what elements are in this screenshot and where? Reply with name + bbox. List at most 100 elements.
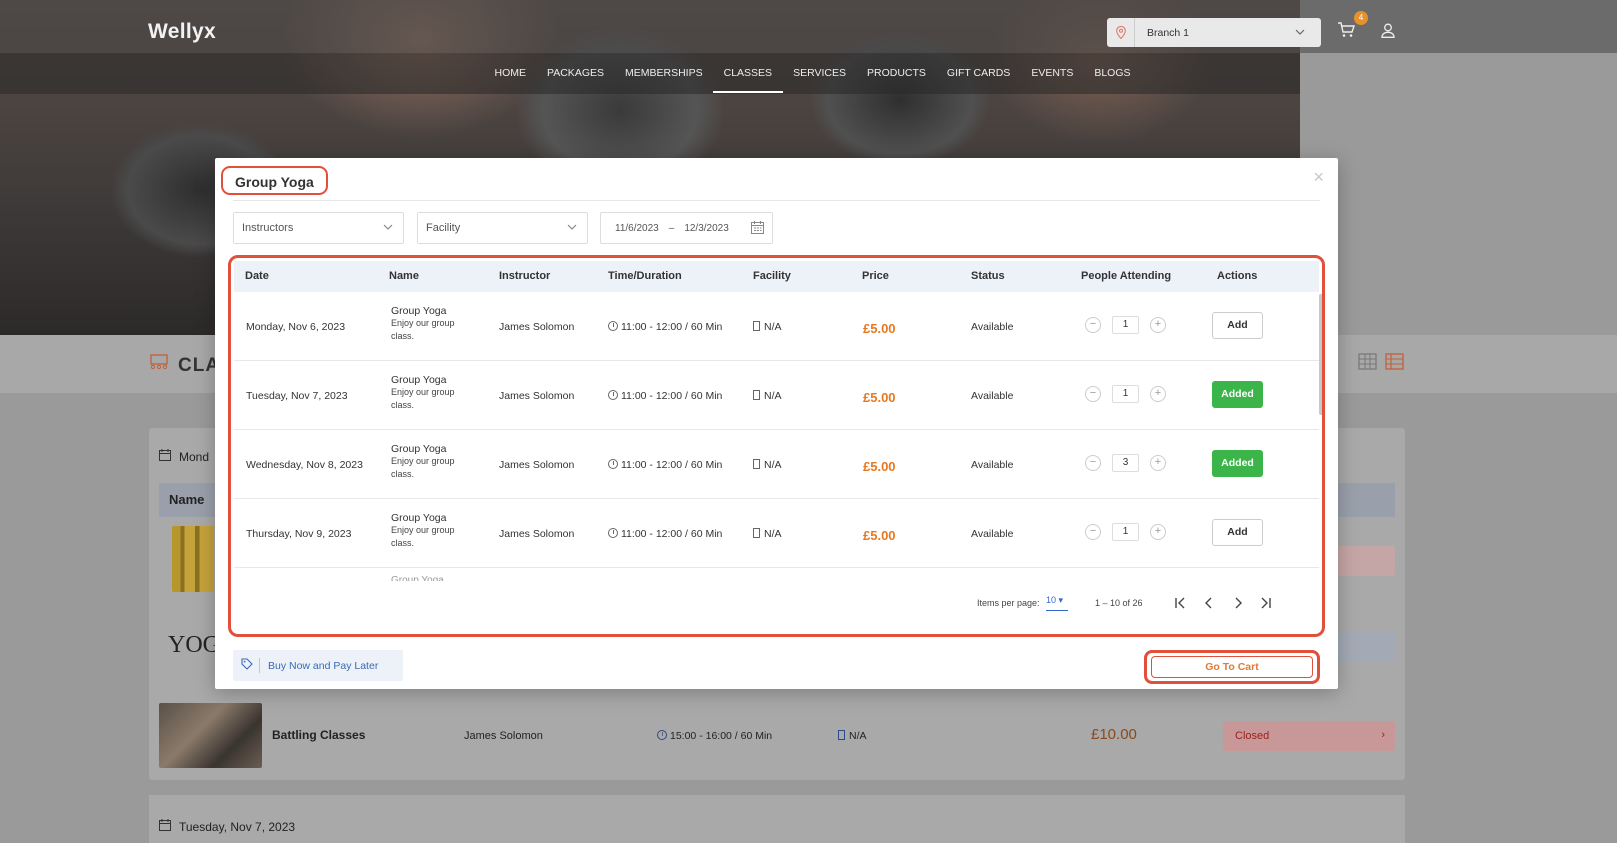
nav-item-blogs[interactable]: BLOGS bbox=[1084, 65, 1141, 93]
instructors-select[interactable]: Instructors bbox=[233, 212, 404, 244]
table-row: Thursday, Nov 9, 2023 Group Yoga Enjoy o… bbox=[234, 499, 1319, 568]
go-to-cart-button[interactable]: Go To Cart bbox=[1144, 650, 1320, 684]
main-nav: HOME PACKAGES MEMBERSHIPS CLASSES SERVICES PR… bbox=[484, 65, 1141, 93]
added-button[interactable]: Added bbox=[1212, 381, 1263, 408]
row-instructor: James Solomon bbox=[499, 321, 575, 333]
increment-button[interactable]: + bbox=[1150, 455, 1166, 471]
row-time: 11:00 - 12:00 / 60 Min bbox=[608, 458, 722, 471]
decrement-button[interactable]: − bbox=[1085, 455, 1101, 471]
table-row: Monday, Nov 6, 2023 Group Yoga Enjoy our… bbox=[234, 292, 1319, 361]
row-status: Available bbox=[971, 459, 1014, 471]
row-date: Monday, Nov 6, 2023 bbox=[246, 321, 346, 333]
divider bbox=[233, 200, 1320, 201]
class-description: Enjoy our group class. bbox=[391, 387, 455, 410]
list-view-icon[interactable] bbox=[1385, 353, 1404, 373]
clock-icon bbox=[608, 390, 618, 400]
row-price: £5.00 bbox=[863, 459, 896, 474]
add-button[interactable]: Add bbox=[1212, 519, 1263, 546]
page-range: 1 – 10 of 26 bbox=[1095, 598, 1143, 608]
increment-button[interactable]: + bbox=[1150, 317, 1166, 333]
building-icon bbox=[753, 321, 760, 331]
building-icon bbox=[753, 528, 760, 538]
table-scrollbar[interactable] bbox=[1319, 294, 1322, 415]
day-label: Tuesday, Nov 7, 2023 bbox=[159, 819, 295, 834]
schedule-table: Date Name Instructor Time/Duration Facil… bbox=[228, 255, 1325, 637]
class-schedule-modal: Group Yoga × Instructors Facility 11/6/2… bbox=[215, 158, 1338, 689]
row-facility: N/A bbox=[753, 389, 782, 402]
quantity-input[interactable]: 1 bbox=[1112, 523, 1139, 541]
row-instructor: James Solomon bbox=[499, 459, 575, 471]
branch-select[interactable]: Branch 1 bbox=[1107, 18, 1321, 47]
increment-button[interactable]: + bbox=[1150, 386, 1166, 402]
table-row: Tuesday, Nov 7, 2023 Group Yoga Enjoy ou… bbox=[234, 361, 1319, 430]
class-description: Enjoy our group class. bbox=[391, 456, 455, 479]
grid-view-icon[interactable] bbox=[1358, 353, 1377, 373]
row-name: Group Yoga Enjoy our group class. bbox=[391, 512, 473, 550]
quantity-input[interactable]: 1 bbox=[1112, 385, 1139, 403]
row-facility: N/A bbox=[753, 320, 782, 333]
added-button[interactable]: Added bbox=[1212, 450, 1263, 477]
date-from[interactable]: 11/6/2023 bbox=[615, 223, 659, 234]
nav-item-gift-cards[interactable]: GIFT CARDS bbox=[936, 65, 1020, 93]
row-date: Tuesday, Nov 7, 2023 bbox=[246, 390, 348, 402]
first-page-button[interactable] bbox=[1174, 597, 1186, 612]
prev-page-button[interactable] bbox=[1203, 597, 1215, 612]
nav-item-memberships[interactable]: MEMBERSHIPS bbox=[615, 65, 714, 93]
nav-item-classes[interactable]: CLASSES bbox=[713, 65, 784, 93]
top-bar bbox=[0, 0, 1617, 53]
row-name: Group Yoga Enjoy our group class. bbox=[391, 305, 473, 343]
last-page-button[interactable] bbox=[1260, 597, 1272, 612]
closed-status-button[interactable]: Closed › bbox=[1223, 721, 1395, 751]
view-toggle bbox=[1358, 353, 1404, 373]
modal-title: Group Yoga bbox=[221, 166, 328, 195]
quantity-input[interactable]: 1 bbox=[1112, 316, 1139, 334]
next-page-button[interactable] bbox=[1232, 597, 1244, 612]
increment-button[interactable]: + bbox=[1150, 524, 1166, 540]
class-description: Enjoy our group class. bbox=[391, 318, 455, 341]
items-per-page-select[interactable]: 10 ▾ bbox=[1046, 595, 1068, 611]
add-button[interactable]: Add bbox=[1212, 312, 1263, 339]
class-description: Enjoy our group class. bbox=[391, 525, 455, 548]
quantity-stepper: − 3 + bbox=[1085, 454, 1166, 472]
date-to[interactable]: 12/3/2023 bbox=[684, 223, 729, 234]
table-header: Date Name Instructor Time/Duration Facil… bbox=[234, 261, 1319, 292]
class-name: Group Yoga bbox=[391, 512, 447, 524]
clock-icon bbox=[608, 321, 618, 331]
decrement-button[interactable]: − bbox=[1085, 317, 1101, 333]
row-name: Group Yoga Enjoy our group class. bbox=[391, 443, 473, 481]
quantity-stepper: − 1 + bbox=[1085, 523, 1166, 541]
decrement-button[interactable]: − bbox=[1085, 386, 1101, 402]
row-facility: N/A bbox=[753, 458, 782, 471]
nav-item-packages[interactable]: PACKAGES bbox=[537, 65, 615, 93]
classes-icon bbox=[148, 354, 170, 378]
yoga-logo: YOG bbox=[168, 632, 220, 658]
column-header: Instructor bbox=[499, 270, 551, 282]
table-row: Wednesday, Nov 8, 2023 Group Yoga Enjoy … bbox=[234, 430, 1319, 499]
schedule-card-2 bbox=[149, 795, 1405, 843]
column-header: Status bbox=[971, 270, 1005, 282]
row-instructor: James Solomon bbox=[499, 390, 575, 402]
chevron-down-icon bbox=[1295, 27, 1321, 38]
site-logo[interactable]: Wellyx bbox=[148, 20, 216, 44]
row-status: Available bbox=[971, 528, 1014, 540]
nav-item-products[interactable]: PRODUCTS bbox=[856, 65, 936, 93]
column-header: Facility bbox=[753, 270, 791, 282]
clock-icon bbox=[608, 459, 618, 469]
class-instructor: James Solomon bbox=[464, 730, 543, 742]
date-range-picker[interactable]: 11/6/2023 – 12/3/2023 bbox=[600, 212, 773, 244]
nav-item-events[interactable]: EVENTS bbox=[1021, 65, 1084, 93]
decrement-button[interactable]: − bbox=[1085, 524, 1101, 540]
location-pin-icon bbox=[1107, 18, 1135, 47]
nav-item-services[interactable]: SERVICES bbox=[783, 65, 857, 93]
close-icon[interactable]: × bbox=[1313, 168, 1324, 186]
day-label: Mond bbox=[159, 449, 209, 464]
column-header: People Attending bbox=[1081, 270, 1172, 282]
quantity-input[interactable]: 3 bbox=[1112, 454, 1139, 472]
nav-item-home[interactable]: HOME bbox=[484, 65, 537, 93]
buy-now-pay-later-button[interactable]: Buy Now and Pay Later bbox=[233, 650, 403, 681]
classes-section-title: CLA bbox=[148, 354, 220, 378]
user-icon[interactable] bbox=[1381, 23, 1395, 41]
facility-select[interactable]: Facility bbox=[417, 212, 588, 244]
cart-icon[interactable] bbox=[1337, 22, 1355, 41]
calendar-icon[interactable] bbox=[751, 221, 764, 237]
